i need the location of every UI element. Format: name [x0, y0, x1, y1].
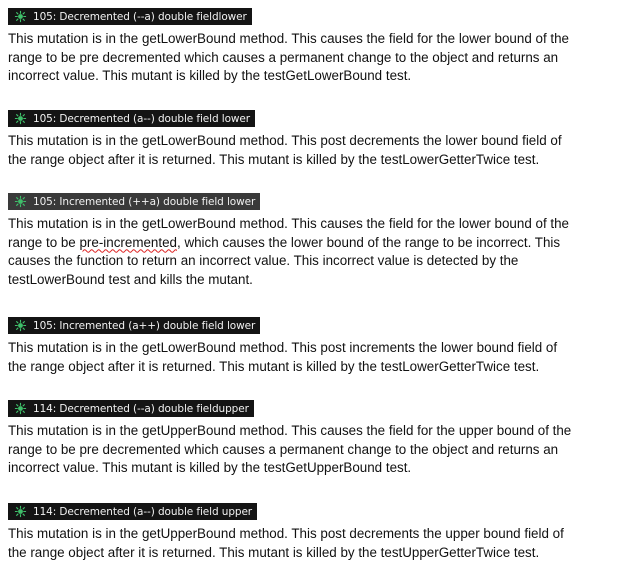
mutation-header-label: 105: Incremented (a++) double field lowe… [33, 319, 256, 332]
description-line: This mutation is in the getLowerBound me… [8, 340, 558, 355]
mutation-description: This mutation is in the getUpperBound me… [8, 422, 618, 478]
mutation-description: This mutation is in the getLowerBound me… [8, 132, 618, 169]
mutation-description: This mutation is in the getLowerBound me… [8, 30, 618, 86]
mutation-header: 114: Decremented (--a) double fieldupper [8, 400, 254, 417]
description-text: , which causes the lower bound of the ra… [177, 234, 561, 250]
description-line: the range object after it is returned. T… [8, 358, 540, 374]
description-line: incorrect value. This mutant is killed b… [8, 68, 412, 83]
description-line: This mutation is in the getLowerBound me… [8, 133, 562, 148]
mutation-description: This mutation is in the getLowerBound me… [8, 215, 618, 289]
mutation-section-6: 114: Decremented (a--) double field uppe… [8, 503, 618, 562]
mutation-header-label: 114: Decremented (a--) double field uppe… [33, 505, 253, 518]
mutant-bug-icon [14, 195, 27, 208]
description-line: the range object after it is returned. T… [8, 151, 540, 167]
mutation-description: This mutation is in the getLowerBound me… [8, 339, 618, 376]
description-text: range to be [8, 234, 80, 250]
mutation-section-2: 105: Decremented (a--) double field lowe… [8, 110, 618, 169]
mutation-section-4: 105: Incremented (a++) double field lowe… [8, 317, 618, 376]
mutation-header-label: 105: Incremented (++a) double field lowe… [33, 195, 256, 208]
mutation-header-label: 114: Decremented (--a) double fieldupper [33, 402, 249, 415]
description-line: range to be pre decremented which causes… [8, 441, 559, 457]
mutation-header: 114: Decremented (a--) double field uppe… [8, 503, 258, 520]
mutation-header: 105: Incremented (a++) double field lowe… [8, 317, 261, 334]
mutation-section-1: 105: Decremented (--a) double fieldlower… [8, 8, 618, 86]
mutant-bug-icon [14, 319, 27, 332]
mutant-bug-icon [14, 112, 27, 125]
mutation-header: 105: Decremented (a--) double field lowe… [8, 110, 255, 127]
description-line: incorrect value. This mutant is killed b… [8, 460, 412, 475]
spellcheck-underlined-word: pre-incremented [79, 234, 177, 250]
description-line: This mutation is in the getUpperBound me… [8, 526, 564, 541]
description-line: range to be pre decremented which causes… [8, 49, 559, 65]
mutant-bug-icon [14, 505, 27, 518]
mutation-section-5: 114: Decremented (--a) double fieldupper… [8, 400, 618, 478]
description-line: This mutation is in the getLowerBound me… [8, 216, 570, 231]
description-line: This mutation is in the getLowerBound me… [8, 31, 570, 46]
mutation-description: This mutation is in the getUpperBound me… [8, 525, 618, 562]
description-line: testLowerBound test and kills the mutant… [8, 271, 253, 287]
mutation-header-label: 105: Decremented (--a) double fieldlower [33, 10, 247, 23]
mutant-bug-icon [14, 10, 27, 23]
description-line: range to be pre-incremented, which cause… [8, 234, 618, 253]
description-line: This mutation is in the getUpperBound me… [8, 423, 572, 438]
mutation-section-3: 105: Incremented (++a) double field lowe… [8, 193, 618, 289]
description-line: causes the function to return an incorre… [8, 253, 519, 268]
description-line: the range object after it is returned. T… [8, 544, 540, 560]
mutation-header: 105: Incremented (++a) double field lowe… [8, 193, 261, 210]
mutation-header: 105: Decremented (--a) double fieldlower [8, 8, 252, 25]
mutation-header-label: 105: Decremented (a--) double field lowe… [33, 112, 250, 125]
mutant-bug-icon [14, 402, 27, 415]
